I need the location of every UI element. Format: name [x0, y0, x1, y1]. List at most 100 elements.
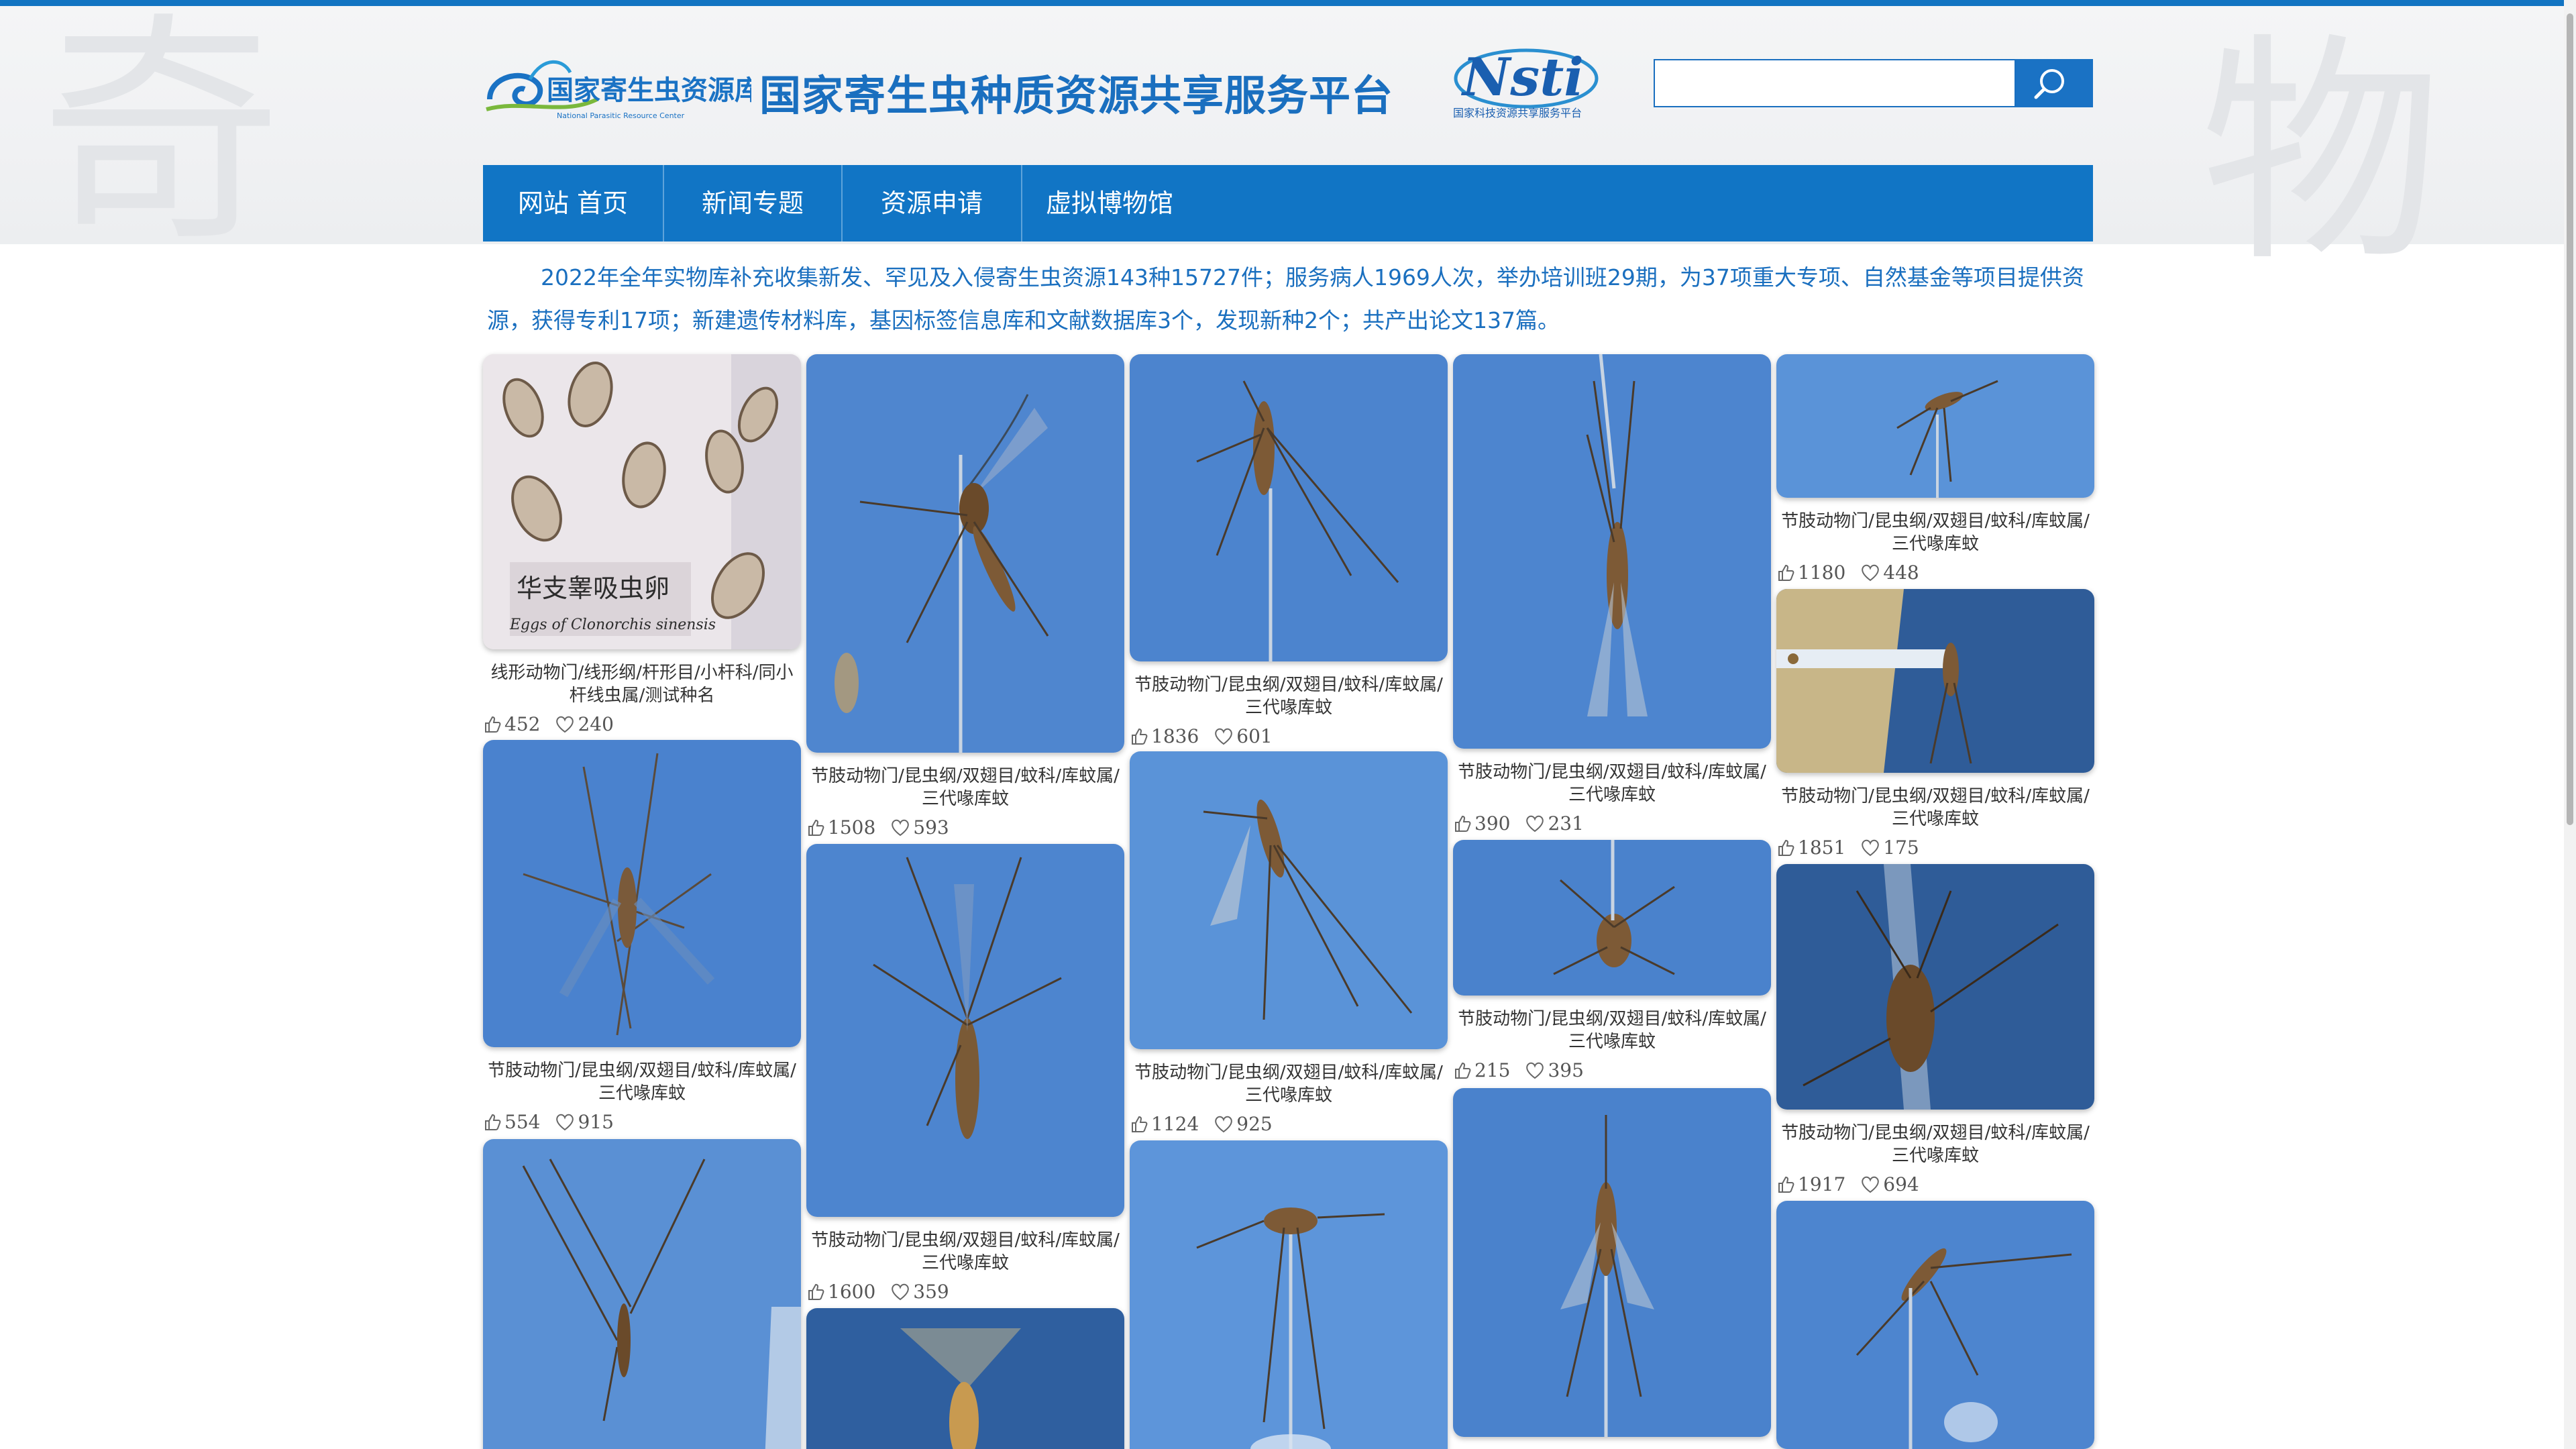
- thumbs-up-icon[interactable]: [1776, 564, 1795, 582]
- heart-icon[interactable]: [1525, 1061, 1545, 1080]
- taxonomy-caption: 节肢动物门/昆虫纲/双翅目/蚊科/库蚊属/三代喙库蚊: [1781, 786, 2090, 829]
- fav-count: 175: [1883, 837, 1919, 859]
- heart-icon[interactable]: [1525, 814, 1545, 833]
- thumbs-up-icon[interactable]: [806, 1283, 825, 1301]
- taxonomy-caption: 节肢动物门/昆虫纲/双翅目/蚊科/库蚊属/三代喙库蚊: [1458, 762, 1766, 805]
- thumbs-up-icon[interactable]: [1453, 1061, 1472, 1080]
- taxonomy-caption: 节肢动物门/昆虫纲/双翅目/蚊科/库蚊属/三代喙库蚊: [1134, 675, 1443, 718]
- page-container: 国家寄生虫资源库 National Parasitic Resource Cen…: [483, 0, 2094, 1449]
- specimen-card[interactable]: 节肢动物门/昆虫纲/双翅目/蚊科/库蚊属/三代喙库蚊 390 231: [1453, 354, 1771, 837]
- specimen-photo[interactable]: [1776, 589, 2094, 773]
- specimen-photo[interactable]: [806, 844, 1124, 1217]
- specimen-photo[interactable]: [1130, 1140, 1448, 1449]
- specimen-photo[interactable]: [483, 740, 801, 1047]
- card-stats: 1600 359: [806, 1279, 1124, 1305]
- specimen-card[interactable]: 华支睾吸虫卵 Eggs of Clonorchis sinensis 线形动物门…: [483, 354, 801, 738]
- logo-text: 国家寄生虫资源库: [547, 75, 751, 106]
- card-stats: 1508 593: [806, 814, 1124, 841]
- fav-count: 359: [913, 1281, 949, 1303]
- specimen-photo[interactable]: [483, 1139, 801, 1449]
- specimen-photo[interactable]: [806, 1308, 1124, 1449]
- specimen-photo[interactable]: [1776, 864, 2094, 1110]
- taxonomy-caption: 节肢动物门/昆虫纲/双翅目/蚊科/库蚊属/三代喙库蚊: [811, 1230, 1120, 1273]
- nav-item-news[interactable]: 新闻专题: [664, 165, 841, 241]
- specimen-card[interactable]: [1776, 1201, 2094, 1449]
- specimen-photo[interactable]: [806, 354, 1124, 753]
- heart-icon[interactable]: [890, 1283, 910, 1301]
- specimen-card[interactable]: 节肢动物门/昆虫纲/双翅目/蚊科/库蚊属/三代喙库蚊 1180 448: [1776, 354, 2094, 586]
- specimen-card[interactable]: 节肢动物门/昆虫纲/双翅目/蚊科/库蚊属/三代喙库蚊 1600 359: [806, 844, 1124, 1305]
- specimen-card[interactable]: [1453, 1088, 1771, 1437]
- taxonomy-caption: 节肢动物门/昆虫纲/双翅目/蚊科/库蚊属/三代喙库蚊: [1781, 1123, 2090, 1166]
- specimen-card[interactable]: 节肢动物门/昆虫纲/双翅目/蚊科/库蚊属/三代喙库蚊 1508 593: [806, 354, 1124, 841]
- specimen-card[interactable]: 节肢动物门/昆虫纲/双翅目/蚊科/库蚊属/三代喙库蚊 1836 601: [1130, 354, 1448, 750]
- heart-icon[interactable]: [1214, 727, 1234, 746]
- heart-icon[interactable]: [1214, 1115, 1234, 1134]
- nav-item-home[interactable]: 网站 首页: [483, 165, 663, 241]
- partner-logo[interactable]: Nsti 国家科技资源共享服务平台: [1449, 42, 1617, 129]
- nav-item-resource-apply[interactable]: 资源申请: [843, 165, 1021, 241]
- thumbs-up-icon[interactable]: [483, 715, 502, 734]
- heart-icon[interactable]: [555, 715, 575, 734]
- specimen-photo[interactable]: [1776, 1201, 2094, 1449]
- heart-icon[interactable]: [555, 1113, 575, 1132]
- thumbs-up-icon[interactable]: [483, 1113, 502, 1132]
- thumbs-up-icon[interactable]: [1130, 1115, 1148, 1134]
- fav-count: 240: [578, 713, 614, 735]
- specimen-photo[interactable]: [1130, 354, 1448, 661]
- like-count: 1180: [1798, 561, 1846, 584]
- specimen-card[interactable]: [483, 1139, 801, 1449]
- fav-count: 694: [1883, 1173, 1919, 1195]
- heart-icon[interactable]: [1860, 839, 1880, 857]
- specimen-card[interactable]: 节肢动物门/昆虫纲/双翅目/蚊科/库蚊属/三代喙库蚊 554 915: [483, 740, 801, 1136]
- card-stats: 1917 694: [1776, 1171, 2094, 1198]
- thumbs-up-icon[interactable]: [1453, 814, 1472, 833]
- like-count: 1851: [1798, 837, 1846, 859]
- card-stats: 215 395: [1453, 1057, 1771, 1084]
- thumbs-up-icon[interactable]: [806, 818, 825, 837]
- thumbs-up-icon[interactable]: [1776, 1175, 1795, 1194]
- heart-icon[interactable]: [1860, 564, 1880, 582]
- heart-icon[interactable]: [1860, 1175, 1880, 1194]
- heart-icon[interactable]: [890, 818, 910, 837]
- search-icon: [2034, 69, 2064, 99]
- specimen-card[interactable]: 节肢动物门/昆虫纲/双翅目/蚊科/库蚊属/三代喙库蚊 1917 694: [1776, 864, 2094, 1198]
- partner-logo-text: Nsti: [1460, 47, 1584, 108]
- card-stats: 390 231: [1453, 810, 1771, 837]
- search-input[interactable]: [1654, 59, 2016, 107]
- card-stats: 1124 925: [1130, 1111, 1448, 1138]
- like-count: 1917: [1798, 1173, 1846, 1195]
- taxonomy-caption: 节肢动物门/昆虫纲/双翅目/蚊科/库蚊属/三代喙库蚊: [1134, 1063, 1443, 1106]
- like-count: 452: [504, 713, 541, 735]
- thumbs-up-icon[interactable]: [1776, 839, 1795, 857]
- taxonomy-caption: 节肢动物门/昆虫纲/双翅目/蚊科/库蚊属/三代喙库蚊: [811, 766, 1120, 809]
- scrollbar-thumb[interactable]: [2567, 13, 2573, 825]
- specimen-photo[interactable]: [1453, 1088, 1771, 1437]
- nav-item-virtual-museum[interactable]: 虚拟博物馆: [1022, 165, 1197, 241]
- calligraphy-decoration: 奇: [40, 0, 282, 274]
- logo-subtext: National Parasitic Resource Center: [557, 111, 685, 120]
- taxonomy-caption: 节肢动物门/昆虫纲/双翅目/蚊科/库蚊属/三代喙库蚊: [1781, 511, 2090, 554]
- site-logo[interactable]: 国家寄生虫资源库 National Parasitic Resource Cen…: [483, 52, 761, 126]
- taxonomy-caption: 节肢动物门/昆虫纲/双翅目/蚊科/库蚊属/三代喙库蚊: [488, 1061, 796, 1104]
- specimen-card[interactable]: [806, 1308, 1124, 1449]
- partner-logo-sub: 国家科技资源共享服务平台: [1453, 107, 1582, 119]
- specimen-card[interactable]: [1130, 1140, 1448, 1449]
- specimen-card[interactable]: 节肢动物门/昆虫纲/双翅目/蚊科/库蚊属/三代喙库蚊 215 395: [1453, 840, 1771, 1084]
- thumbs-up-icon[interactable]: [1130, 727, 1148, 746]
- intro-paragraph: 2022年全年实物库补充收集新发、罕见及入侵寄生虫资源143种15727件；服务…: [487, 264, 2084, 333]
- specimen-card[interactable]: 节肢动物门/昆虫纲/双翅目/蚊科/库蚊属/三代喙库蚊 1124 925: [1130, 751, 1448, 1138]
- specimen-photo[interactable]: [1453, 354, 1771, 749]
- specimen-photo[interactable]: [1453, 840, 1771, 996]
- card-stats: 1851 175: [1776, 835, 2094, 861]
- photo-label: 华支睾吸虫卵: [517, 574, 669, 603]
- specimen-card[interactable]: 节肢动物门/昆虫纲/双翅目/蚊科/库蚊属/三代喙库蚊 1851 175: [1776, 589, 2094, 861]
- search-button[interactable]: [2016, 59, 2093, 107]
- like-count: 1124: [1151, 1113, 1199, 1135]
- specimen-photo[interactable]: [1130, 751, 1448, 1049]
- specimen-photo[interactable]: 华支睾吸虫卵 Eggs of Clonorchis sinensis: [483, 354, 801, 649]
- specimen-photo[interactable]: [1776, 354, 2094, 498]
- taxonomy-caption: 线形动物门/线形纲/杆形目/小杆科/同小杆线虫属/测试种名: [490, 663, 794, 706]
- like-count: 215: [1474, 1059, 1511, 1081]
- fav-count: 925: [1236, 1113, 1273, 1135]
